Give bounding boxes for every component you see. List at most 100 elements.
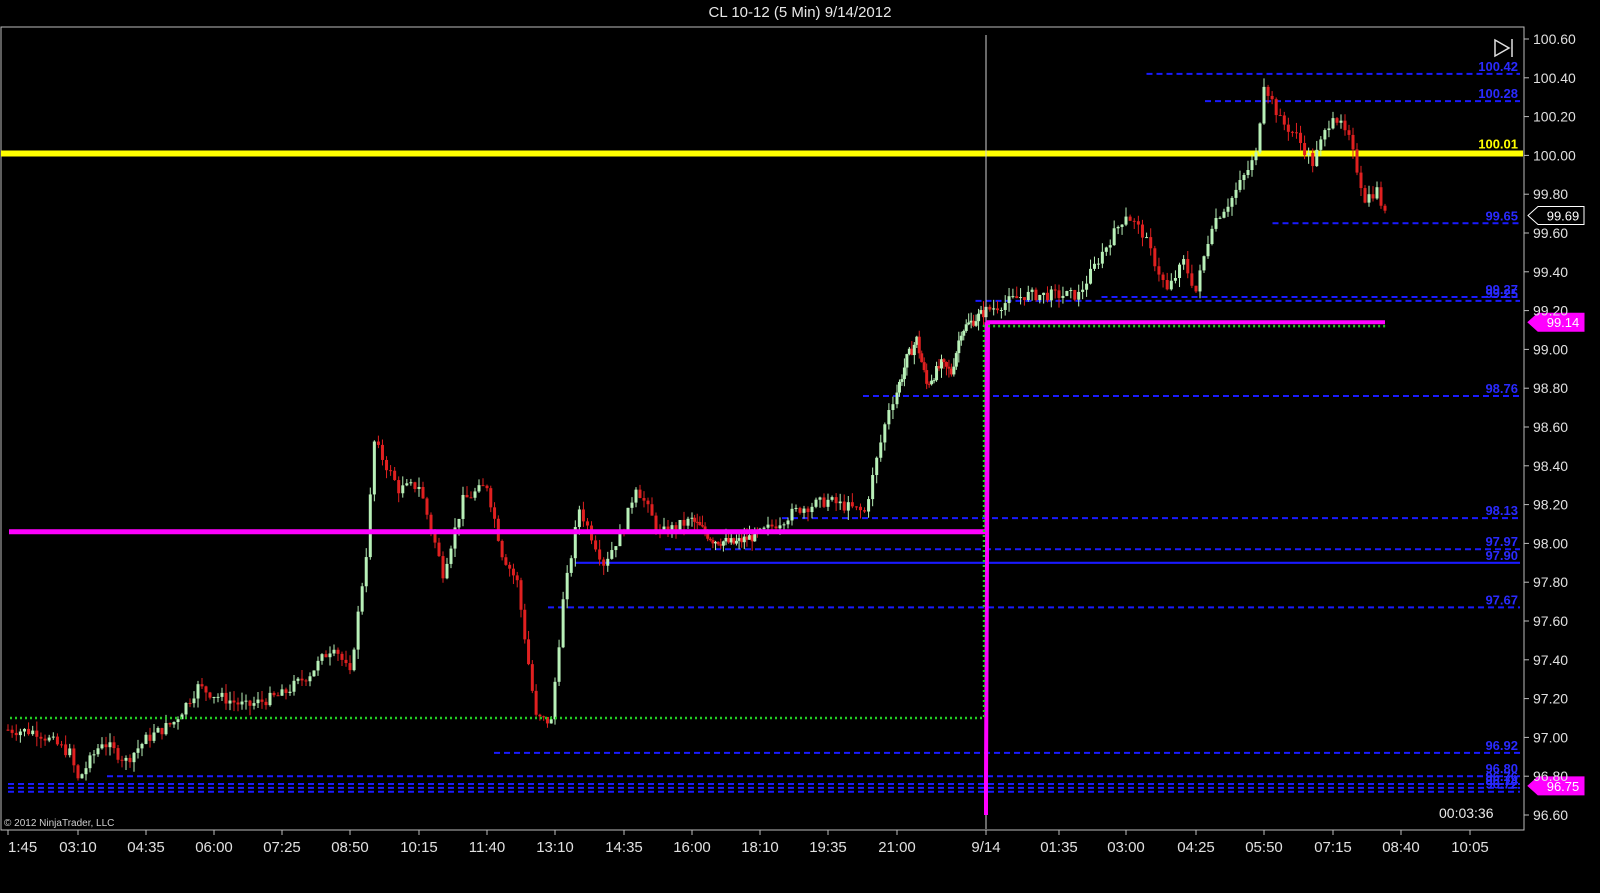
price-bar-body bbox=[549, 719, 553, 724]
price-bar-body bbox=[630, 502, 634, 508]
price-bar-body bbox=[1254, 152, 1258, 161]
price-bar-body bbox=[216, 696, 220, 698]
level-label: 99.25 bbox=[1485, 286, 1518, 301]
price-bar-body bbox=[1311, 152, 1315, 167]
price-bar-body bbox=[1042, 292, 1046, 295]
price-bar-body bbox=[745, 536, 749, 540]
price-bar-body bbox=[1100, 251, 1104, 264]
price-bar-body bbox=[1359, 172, 1363, 189]
price-bar-body bbox=[1038, 294, 1042, 301]
price-bar-body bbox=[429, 514, 433, 532]
price-bar-body bbox=[212, 697, 216, 699]
x-tick-label: 03:10 bbox=[59, 839, 97, 856]
price-bar-body bbox=[770, 524, 774, 527]
price-bar-body bbox=[348, 663, 352, 671]
price-bar-body bbox=[716, 541, 720, 545]
price-bar-body bbox=[324, 654, 328, 658]
price-bar-body bbox=[445, 563, 449, 579]
price-bar-body bbox=[766, 524, 770, 528]
price-bar-body bbox=[698, 522, 702, 526]
price-bar-body bbox=[734, 540, 738, 544]
price-bar-body bbox=[1307, 152, 1311, 156]
price-bar-body bbox=[437, 542, 441, 557]
price-bar-body bbox=[875, 457, 879, 476]
plot-area[interactable] bbox=[0, 26, 1525, 831]
price-bar-body bbox=[1178, 264, 1182, 279]
price-bar-body bbox=[1007, 296, 1011, 304]
price-bar-body bbox=[1173, 278, 1177, 281]
x-tick-label: 16:00 bbox=[673, 839, 711, 856]
y-tick-label: 97.60 bbox=[1533, 613, 1568, 629]
price-bar-body bbox=[1026, 291, 1030, 301]
price-axis[interactable]: 100.60 100.40 100.20 100.00 99.80 99.60 99.40 9… bbox=[1524, 31, 1576, 823]
price-bar-body bbox=[148, 734, 152, 741]
time-axis[interactable]: 1:45 03:10 04:35 06:00 07:25 08:50 10:15 11:40 1… bbox=[7, 830, 1489, 856]
price-bar-body bbox=[957, 340, 961, 354]
price-bar-body bbox=[724, 537, 728, 542]
price-bar-body bbox=[1343, 120, 1347, 131]
price-bar-body bbox=[798, 507, 802, 513]
price-bar-body bbox=[481, 485, 485, 487]
price-bar-body bbox=[1157, 266, 1161, 275]
y-tick-label: 97.00 bbox=[1533, 729, 1568, 745]
price-bar-body bbox=[1351, 134, 1355, 150]
price-bar-body bbox=[581, 509, 585, 522]
price-bar-body bbox=[1081, 289, 1085, 292]
price-bar-body bbox=[1246, 169, 1250, 175]
price-bar-body bbox=[64, 744, 68, 756]
price-bar-body bbox=[308, 676, 312, 682]
price-bar-body bbox=[1214, 217, 1218, 229]
price-bar-body bbox=[1011, 296, 1015, 298]
price-bar-body bbox=[1034, 289, 1038, 301]
price-bar-body bbox=[405, 483, 409, 486]
price-bar-body bbox=[200, 684, 204, 687]
price-bar-body bbox=[594, 540, 598, 550]
x-tick-label: 05:50 bbox=[1245, 839, 1283, 856]
price-bar-body bbox=[1057, 290, 1061, 298]
price-bar-body bbox=[224, 692, 228, 704]
price-bar-body bbox=[1367, 194, 1371, 203]
price-bar-body bbox=[762, 527, 766, 529]
price-bar-body bbox=[100, 744, 104, 749]
price-bar-body bbox=[932, 380, 936, 382]
price-bar-body bbox=[1169, 280, 1173, 290]
price-bar-body bbox=[1153, 248, 1157, 267]
price-bar-body bbox=[693, 517, 697, 522]
price-bar-body bbox=[610, 550, 614, 559]
price-bar-body bbox=[826, 499, 830, 507]
price-bar-body bbox=[469, 497, 473, 499]
price-bar-body bbox=[569, 558, 573, 573]
y-tick-label: 98.40 bbox=[1533, 458, 1568, 474]
price-bar-body bbox=[714, 541, 718, 544]
x-tick-label: 04:35 bbox=[127, 839, 165, 856]
price-chart[interactable]: 100.42100.2899.6599.2799.2598.7698.1397.… bbox=[0, 0, 1600, 893]
price-bar-body bbox=[1190, 273, 1194, 286]
price-bar-body bbox=[638, 489, 642, 499]
y-tick-label: 98.00 bbox=[1533, 535, 1568, 551]
price-bar-body bbox=[1234, 189, 1238, 198]
price-bar-body bbox=[164, 723, 168, 735]
price-bar-body bbox=[530, 664, 534, 691]
price-bar-body bbox=[88, 755, 92, 769]
price-bar-body bbox=[176, 719, 180, 723]
price-bar-body bbox=[1238, 180, 1242, 190]
price-bar-body bbox=[846, 502, 850, 511]
price-bar-body bbox=[920, 353, 924, 363]
price-bar-body bbox=[1218, 217, 1222, 219]
price-bar-body bbox=[132, 752, 136, 763]
price-bar-body bbox=[96, 748, 100, 755]
price-bar-body bbox=[1015, 296, 1019, 299]
price-bar-body bbox=[602, 559, 606, 566]
price-bar-body bbox=[1085, 283, 1089, 290]
x-tick-label: 08:40 bbox=[1382, 839, 1420, 856]
price-bar-body bbox=[276, 695, 280, 697]
y-tick-label: 98.80 bbox=[1533, 380, 1568, 396]
price-bar-body bbox=[952, 366, 956, 375]
price-bar-body bbox=[1096, 263, 1100, 265]
price-bar-body bbox=[1149, 237, 1153, 249]
price-bar-body bbox=[449, 548, 453, 564]
price-bar-body bbox=[1270, 95, 1274, 100]
price-bar-body bbox=[782, 524, 786, 526]
price-bar-body bbox=[515, 575, 519, 581]
x-tick-label: 06:00 bbox=[195, 839, 233, 856]
